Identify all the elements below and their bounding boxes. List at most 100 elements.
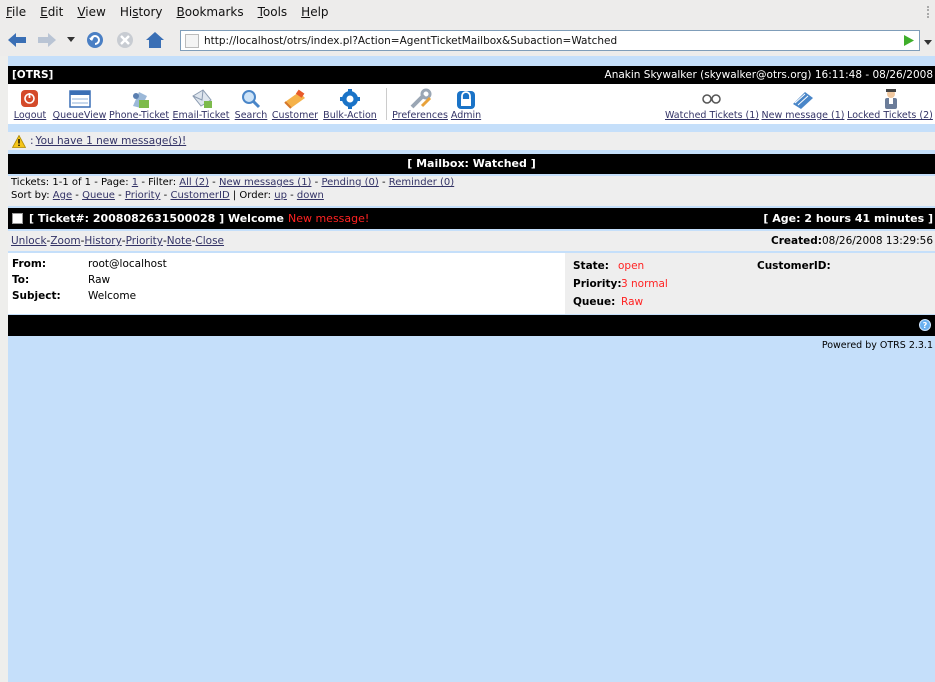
preferences-button[interactable]: Preferences <box>392 84 448 124</box>
warning-icon <box>12 134 26 148</box>
close-link[interactable]: Close <box>195 235 224 247</box>
toolbar-grip <box>927 6 931 18</box>
logout-icon <box>21 90 38 107</box>
locked-tickets-link[interactable]: Locked Tickets (2) <box>846 110 934 121</box>
bulk-action-button[interactable]: Bulk-Action <box>321 84 379 124</box>
menu-file[interactable]: File <box>4 5 28 19</box>
filter-box: Tickets: 1-1 of 1 - Page: 1 - Filter: Al… <box>8 176 935 206</box>
url-bar[interactable]: http://localhost/otrs/index.pl?Action=Ag… <box>180 30 920 51</box>
lock-icon <box>457 91 475 109</box>
sort-queue-link[interactable]: Queue <box>82 190 115 201</box>
email-ticket-icon <box>192 89 212 108</box>
phone-ticket-link[interactable]: Phone-Ticket <box>109 110 169 121</box>
to-value: Raw <box>88 274 111 286</box>
customer-link[interactable]: Customer <box>271 110 319 121</box>
preferences-icon <box>410 88 432 109</box>
admin-link[interactable]: Admin <box>449 110 483 121</box>
search-button[interactable]: Search <box>233 84 269 124</box>
unlock-link[interactable]: Unlock <box>11 235 47 247</box>
sort-label: Sort by: <box>11 190 53 201</box>
new-messages-notification-link[interactable]: You have 1 new message(s)! <box>36 135 187 147</box>
email-ticket-button[interactable]: Email-Ticket <box>171 84 231 124</box>
state-value: open <box>618 260 645 272</box>
otrs-brand: [OTRS] <box>12 69 54 81</box>
filter-all-link[interactable]: All (2) <box>179 177 209 188</box>
ticket-title: [ Ticket#: 2008082631500028 ] Welcome <box>29 212 284 225</box>
order-down-link[interactable]: down <box>297 190 324 201</box>
locked-tickets-agent-icon <box>885 89 897 109</box>
help-icon[interactable]: ? <box>919 319 931 331</box>
history-dropdown-icon[interactable] <box>64 28 78 52</box>
priority-link[interactable]: Priority <box>126 235 163 247</box>
powered-by: Powered by OTRS 2.3.1 <box>821 340 933 351</box>
to-label: To: <box>12 274 30 286</box>
priority-label: Priority: <box>573 278 622 290</box>
ticket-age: [ Age: 2 hours 41 minutes ] <box>763 212 933 225</box>
bulk-action-link[interactable]: Bulk-Action <box>321 110 379 121</box>
queueview-icon <box>69 90 91 108</box>
tickets-count-label: Tickets: 1-1 of 1 - Page: <box>11 177 132 188</box>
ticket-created: Created:08/26/2008 13:29:56 <box>771 235 933 247</box>
browser-menubar: File Edit View History Bookmarks Tools H… <box>0 0 935 24</box>
history-link[interactable]: History <box>84 235 121 247</box>
preferences-link[interactable]: Preferences <box>392 110 448 121</box>
menu-history[interactable]: History <box>118 5 165 19</box>
created-label: Created: <box>771 235 822 247</box>
note-link[interactable]: Note <box>167 235 192 247</box>
otrs-toolbar: Logout QueueView Phone-Ticket Email-Tick… <box>8 84 935 124</box>
logout-button[interactable]: Logout <box>10 84 50 124</box>
phone-ticket-button[interactable]: Phone-Ticket <box>109 84 169 124</box>
sort-row: Sort by: Age - Queue - Priority - Custom… <box>11 190 324 201</box>
queue-label: Queue: <box>573 296 616 308</box>
stop-icon[interactable] <box>112 28 138 52</box>
queueview-button[interactable]: QueueView <box>52 84 107 124</box>
url-text[interactable]: http://localhost/otrs/index.pl?Action=Ag… <box>204 35 617 47</box>
watched-tickets-link[interactable]: Watched Tickets (1) <box>665 110 759 121</box>
sort-age-link[interactable]: Age <box>53 190 72 201</box>
priority-value: 3 normal <box>621 278 668 290</box>
ticket-select-checkbox[interactable] <box>12 213 23 224</box>
locked-tickets-button[interactable]: Locked Tickets (2) <box>846 84 934 124</box>
filter-new-messages-link[interactable]: New messages (1) <box>219 177 312 188</box>
watched-tickets-button[interactable]: Watched Tickets (1) <box>665 84 759 124</box>
new-message-flag: New message! <box>287 212 370 225</box>
user-info: Anakin Skywalker (skywalker@otrs.org) 16… <box>604 69 933 81</box>
state-label: State: <box>573 260 610 272</box>
menu-view[interactable]: View <box>75 5 107 19</box>
from-label: From: <box>12 258 47 270</box>
filter-row: Tickets: 1-1 of 1 - Page: 1 - Filter: Al… <box>11 177 455 188</box>
go-arrow-icon[interactable] <box>903 34 915 50</box>
menu-edit[interactable]: Edit <box>38 5 65 19</box>
customer-icon <box>284 89 305 109</box>
notification-colon: : <box>30 135 34 147</box>
sort-priority-link[interactable]: Priority <box>125 190 161 201</box>
zoom-link[interactable]: Zoom <box>50 235 80 247</box>
new-message-button[interactable]: New message (1) <box>761 84 845 124</box>
mailbox-title: [ Mailbox: Watched ] <box>8 154 935 174</box>
search-link[interactable]: Search <box>233 110 269 121</box>
admin-button[interactable]: Admin <box>449 84 483 124</box>
menu-bookmarks[interactable]: Bookmarks <box>175 5 246 19</box>
queueview-link[interactable]: QueueView <box>52 110 107 121</box>
footer-bar: ? <box>8 315 935 336</box>
forward-arrow-icon[interactable] <box>34 28 60 52</box>
email-ticket-link[interactable]: Email-Ticket <box>171 110 231 121</box>
sort-customerid-link[interactable]: CustomerID <box>170 190 229 201</box>
new-message-link[interactable]: New message (1) <box>761 110 845 121</box>
menu-tools[interactable]: Tools <box>256 5 290 19</box>
phone-ticket-icon <box>133 92 149 108</box>
url-dropdown-icon[interactable] <box>924 36 932 49</box>
filter-label: - Filter: <box>138 177 180 188</box>
queue-value: Raw <box>621 296 644 308</box>
reload-icon[interactable] <box>82 28 108 52</box>
notification-bar: : You have 1 new message(s)! <box>8 132 935 150</box>
filter-reminder-link[interactable]: Reminder (0) <box>389 177 454 188</box>
logout-link[interactable]: Logout <box>10 110 50 121</box>
filter-pending-link[interactable]: Pending (0) <box>321 177 378 188</box>
home-icon[interactable] <box>142 28 168 52</box>
customer-button[interactable]: Customer <box>271 84 319 124</box>
order-up-link[interactable]: up <box>274 190 287 201</box>
page-favicon-icon <box>185 33 199 48</box>
back-arrow-icon[interactable] <box>4 28 30 52</box>
menu-help[interactable]: Help <box>299 5 330 19</box>
